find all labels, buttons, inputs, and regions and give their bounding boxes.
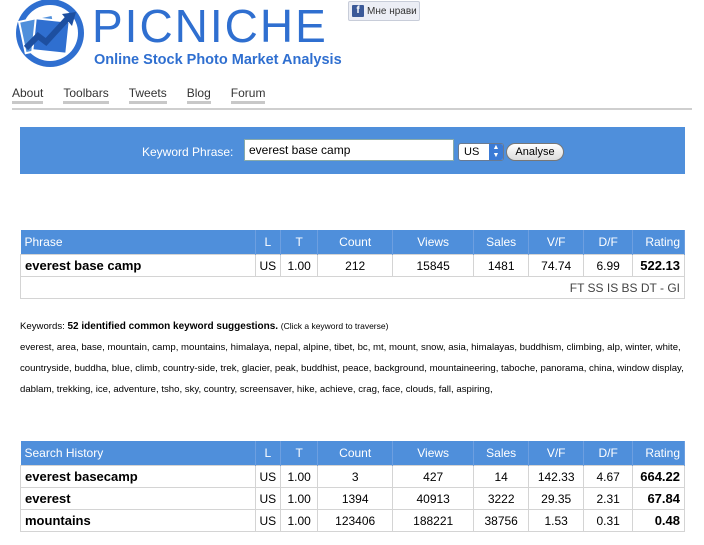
main-nav: About Toolbars Tweets Blog Forum <box>12 86 285 104</box>
nav-forum[interactable]: Forum <box>230 86 266 104</box>
cell-df: 4.67 <box>583 465 634 488</box>
nav-divider <box>12 108 692 110</box>
cell-views: 15845 <box>392 254 475 277</box>
keyword-phrase-input[interactable] <box>244 139 454 161</box>
chart-logo-icon <box>16 0 84 67</box>
cell-l: US <box>254 254 282 277</box>
cell-count: 3 <box>317 465 394 488</box>
country-select[interactable]: US ▲ ▼ <box>458 143 504 161</box>
cell-views: 188221 <box>392 509 475 532</box>
col-sales: Sales <box>473 441 530 466</box>
cell-l: US <box>254 509 282 532</box>
cell-l: US <box>254 487 282 510</box>
keyword-suggestions-header: Keywords: 52 identified common keyword s… <box>20 316 690 337</box>
cell-vf: 74.74 <box>528 254 585 277</box>
cell-sales: 14 <box>473 465 530 488</box>
cell-df: 6.99 <box>583 254 634 277</box>
brand-name: PICNICHE <box>92 0 328 52</box>
cell-phrase[interactable]: everest base camp <box>20 254 256 277</box>
sources-text: FT SS IS BS DT - GI <box>20 276 685 299</box>
col-vf: V/F <box>528 230 585 255</box>
col-views: Views <box>392 230 475 255</box>
keyword-phrase-label: Keyword Phrase: <box>142 145 234 159</box>
cell-rating: 664.22 <box>632 465 685 488</box>
col-sales: Sales <box>473 230 530 255</box>
phrase-table: Phrase L T Count Views Sales V/F D/F Rat… <box>20 230 685 299</box>
table-row[interactable]: mountains US 1.00 123406 188221 38756 1.… <box>20 509 685 532</box>
col-df: D/F <box>583 441 634 466</box>
facebook-like-button[interactable]: f Мне нрави <box>348 1 420 21</box>
facebook-like-label: Мне нрави <box>367 5 417 17</box>
facebook-icon: f <box>352 5 364 17</box>
nav-tweets[interactable]: Tweets <box>128 86 167 104</box>
cell-phrase[interactable]: everest <box>20 487 256 510</box>
cell-df: 2.31 <box>583 487 634 510</box>
analyse-button[interactable]: Analyse <box>506 143 564 161</box>
phrase-table-header: Phrase L T Count Views Sales V/F D/F Rat… <box>20 230 685 255</box>
table-row[interactable]: everest basecamp US 1.00 3 427 14 142.33… <box>20 465 685 488</box>
cell-vf: 29.35 <box>528 487 585 510</box>
cell-count: 1394 <box>317 487 394 510</box>
cell-sales: 1481 <box>473 254 530 277</box>
cell-views: 427 <box>392 465 475 488</box>
search-bar: Keyword Phrase: US ▲▼ Analyse <box>20 127 685 174</box>
table-row[interactable]: everest US 1.00 1394 40913 3222 29.35 2.… <box>20 487 685 510</box>
cell-t: 1.00 <box>280 487 319 510</box>
col-count: Count <box>317 441 394 466</box>
cell-l: US <box>254 465 282 488</box>
brand-tagline: Online Stock Photo Market Analysis <box>94 52 342 68</box>
nav-blog[interactable]: Blog <box>186 86 211 104</box>
picniche-logo[interactable]: PICNICHE Online Stock Photo Market Analy… <box>12 0 342 70</box>
cell-count: 212 <box>317 254 394 277</box>
col-l: L <box>255 230 282 255</box>
cell-rating: 0.48 <box>632 509 685 532</box>
cell-t: 1.00 <box>280 465 319 488</box>
nav-toolbars[interactable]: Toolbars <box>63 86 109 104</box>
cell-sales: 3222 <box>473 487 530 510</box>
cell-sales: 38756 <box>473 509 530 532</box>
col-t: T <box>280 230 319 255</box>
history-table-header: Search History L T Count Views Sales V/F… <box>20 441 685 466</box>
cell-t: 1.00 <box>280 254 319 277</box>
cell-phrase[interactable]: everest basecamp <box>20 465 256 488</box>
keywords-hint: (Click a keyword to traverse) <box>280 321 389 331</box>
cell-views: 40913 <box>392 487 475 510</box>
keywords-summary: 52 identified common keyword suggestions… <box>67 321 279 332</box>
keyword-list[interactable]: everest, area, base, mountain, camp, mou… <box>20 337 690 400</box>
col-count: Count <box>317 230 394 255</box>
col-views: Views <box>392 441 475 466</box>
keywords-prefix: Keywords: <box>20 321 65 332</box>
col-df: D/F <box>583 230 634 255</box>
sources-row: FT SS IS BS DT - GI <box>20 276 685 299</box>
col-search-history: Search History <box>20 441 256 466</box>
col-vf: V/F <box>528 441 585 466</box>
cell-count: 123406 <box>317 509 394 532</box>
col-l: L <box>255 441 282 466</box>
country-select-value: US <box>464 146 480 158</box>
col-rating: Rating <box>632 230 685 255</box>
keyword-suggestions: Keywords: 52 identified common keyword s… <box>20 316 690 400</box>
search-history-table: Search History L T Count Views Sales V/F… <box>20 441 685 532</box>
cell-vf: 142.33 <box>528 465 585 488</box>
col-rating: Rating <box>632 441 685 466</box>
cell-phrase[interactable]: mountains <box>20 509 256 532</box>
col-phrase: Phrase <box>20 230 256 255</box>
cell-vf: 1.53 <box>528 509 585 532</box>
cell-df: 0.31 <box>583 509 634 532</box>
select-arrows-icon: ▲ ▼ <box>489 144 503 160</box>
table-row[interactable]: everest base camp US 1.00 212 15845 1481… <box>20 254 685 277</box>
cell-rating: 67.84 <box>632 487 685 510</box>
col-t: T <box>280 441 319 466</box>
cell-rating: 522.13 <box>632 254 685 277</box>
cell-t: 1.00 <box>280 509 319 532</box>
nav-about[interactable]: About <box>12 86 44 104</box>
